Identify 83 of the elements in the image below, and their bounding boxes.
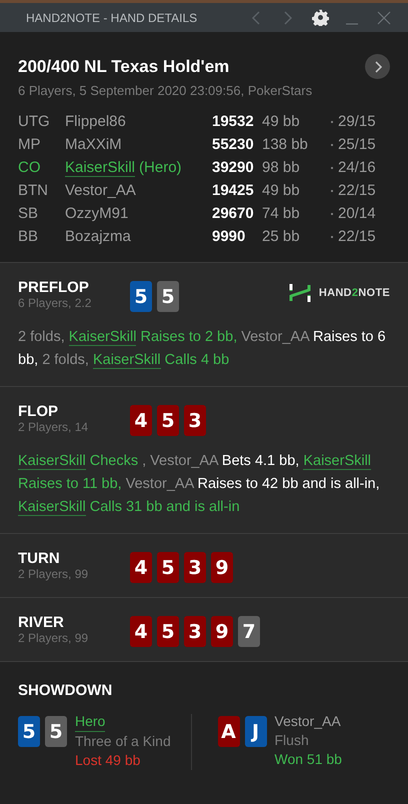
playing-card: 4 — [130, 616, 152, 647]
playing-card: 9 — [211, 616, 233, 647]
player-link[interactable]: KaiserSkill — [18, 499, 86, 516]
stack-bb: 49 bb — [262, 182, 301, 199]
playing-card: 4 — [130, 552, 152, 583]
logo-text: HAND2NOTE — [318, 287, 390, 299]
stack-amount: 9990 — [212, 228, 246, 245]
hero-tag: (Hero) — [139, 158, 182, 176]
stack-bb: 138 bb — [262, 136, 309, 153]
playing-card: 4 — [130, 405, 152, 436]
playing-card: 7 — [238, 616, 260, 647]
result-text: Won 51 bb — [274, 750, 342, 769]
stack-amount: 39290 — [212, 159, 255, 176]
next-button[interactable] — [365, 54, 390, 79]
playing-card: 3 — [184, 405, 206, 436]
chevron-right-icon — [374, 60, 382, 72]
minimize-icon — [346, 22, 358, 24]
player-name: Vestor_AA — [274, 712, 341, 731]
player-name: Bozajzma — [65, 228, 131, 245]
player-link[interactable]: KaiserSkill — [18, 453, 86, 470]
player-name: MaXXiM — [65, 136, 122, 153]
stack-amount: 19532 — [212, 113, 255, 130]
settings-icon — [312, 9, 328, 26]
position-label: CO — [18, 159, 42, 176]
street-title: FLOP — [18, 403, 59, 420]
playing-card: J — [244, 716, 266, 747]
playing-card: A — [218, 716, 240, 747]
stack-bb: 98 bb — [262, 159, 301, 176]
player-name: Flippel86 — [65, 113, 126, 130]
playing-card: 5 — [157, 281, 179, 312]
stack-bb: 49 bb — [262, 113, 301, 130]
window-title: HAND2NOTE - HAND DETAILS — [26, 10, 198, 24]
stack-amount: 29670 — [212, 205, 255, 222]
street-info: 6 Players, 2.2 — [18, 296, 92, 310]
showdown-title: SHOWDOWN — [18, 682, 112, 699]
playing-card: 5 — [130, 281, 152, 312]
playing-card: 9 — [211, 552, 233, 583]
player-link[interactable]: KaiserSkill — [303, 453, 372, 470]
playing-card: 3 — [184, 552, 206, 583]
playing-card: 5 — [157, 552, 179, 583]
stack-bb: 25 bb — [262, 228, 301, 245]
stack-amount: 55230 — [212, 136, 255, 153]
street-title: TURN — [18, 550, 61, 567]
chevron-left-icon — [251, 10, 261, 24]
position-label: BB — [18, 228, 40, 245]
player-stat: 22/15 — [338, 182, 377, 199]
player-link[interactable]: KaiserSkill — [92, 352, 161, 369]
street-title: RIVER — [18, 614, 65, 631]
player-name: OzzyM91 — [65, 205, 128, 222]
street-info: 2 Players, 99 — [18, 631, 90, 645]
playing-card: 5 — [45, 716, 67, 747]
action-text: 2 folds, KaiserSkill Raises to 2 bb, Vestor_AA Raises to 6 bb, 2 folds, KaiserSkill Calls 4 bb — [18, 328, 387, 371]
playing-card: 5 — [157, 405, 179, 436]
street-info: 2 Players, 14 — [18, 420, 90, 434]
playing-card: 5 — [18, 716, 40, 747]
player-stat: 29/15 — [338, 113, 377, 130]
playing-card: 5 — [157, 616, 179, 647]
logo-icon — [288, 283, 311, 303]
stack-bb: 74 bb — [262, 205, 301, 222]
player-stat: 20/14 — [338, 205, 377, 222]
player-link[interactable]: KaiserSkill — [68, 329, 136, 346]
street-info: 2 Players, 99 — [18, 567, 90, 581]
game-subtitle: 6 Players, 5 September 2020 23:09:56, PokerStars — [18, 83, 314, 98]
player-link[interactable]: Hero — [75, 712, 106, 732]
result-text: Lost 49 bb — [75, 751, 140, 770]
game-title: 200/400 NL Texas Hold'em — [18, 56, 230, 76]
street-title: PREFLOP — [18, 279, 90, 296]
position-label: SB — [18, 205, 40, 222]
position-label: BTN — [18, 182, 49, 199]
close-icon — [377, 10, 391, 24]
hand-rank: Three of a Kind — [75, 732, 171, 751]
chevron-right-icon — [283, 10, 293, 24]
player-name: Vestor_AA — [65, 182, 136, 199]
player-link[interactable]: KaiserSkill — [65, 158, 136, 176]
player-stat: 22/15 — [338, 228, 377, 245]
action-text: KaiserSkill Checks , Vestor_AA Bets 4.1 bb, KaiserSkill Raises to 11 bb, Vestor_AA Raises to 42 bb and is all-in, KaiserSkill Calls 31 bb and is all-in — [18, 452, 381, 518]
position-label: MP — [18, 136, 42, 153]
player-stat: 25/15 — [338, 136, 377, 153]
stack-amount: 19425 — [212, 182, 255, 199]
playing-card: 3 — [184, 616, 206, 647]
position-label: UTG — [18, 113, 51, 130]
hand-rank: Flush — [274, 731, 309, 750]
player-stat: 24/16 — [338, 159, 377, 176]
